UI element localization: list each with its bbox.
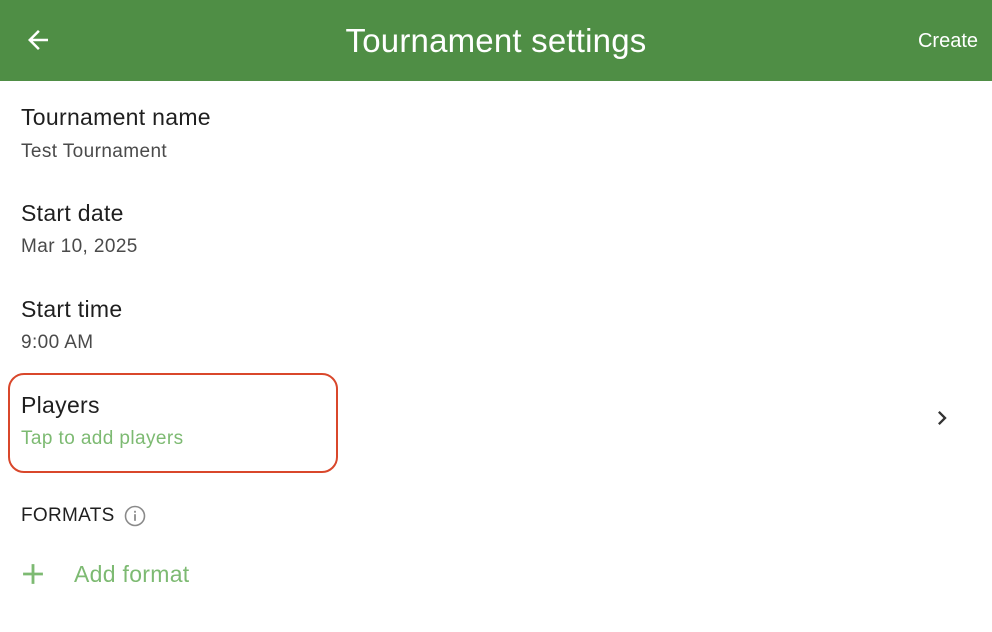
add-format-label: Add format — [74, 560, 190, 587]
app-bar: Tournament settings Create — [0, 0, 992, 81]
page-title: Tournament settings — [345, 21, 647, 59]
back-button[interactable] — [14, 18, 62, 62]
tournament-name-label: Tournament name — [21, 104, 211, 130]
formats-section-header: FORMATS — [21, 504, 147, 528]
formats-section-label: FORMATS — [21, 505, 115, 526]
players-hint: Tap to add players — [21, 428, 184, 449]
start-date-value: Mar 10, 2025 — [21, 236, 138, 257]
info-icon[interactable] — [123, 504, 147, 528]
create-button[interactable]: Create — [910, 24, 978, 58]
chevron-right-icon — [938, 411, 947, 425]
add-format-button[interactable]: Add format — [16, 548, 206, 600]
start-time-row[interactable]: Start time 9:00 AM — [0, 286, 992, 382]
tournament-name-value: Test Tournament — [21, 141, 168, 162]
start-time-value: 9:00 AM — [21, 332, 94, 353]
arrow-left-icon — [28, 30, 48, 50]
start-time-label: Start time — [21, 296, 123, 322]
players-row[interactable]: Players Tap to add players — [0, 372, 992, 468]
tournament-name-row[interactable]: Tournament name Test Tournament — [0, 94, 992, 190]
plus-icon — [23, 564, 43, 584]
start-date-label: Start date — [21, 200, 124, 226]
players-label: Players — [21, 392, 100, 418]
start-date-row[interactable]: Start date Mar 10, 2025 — [0, 190, 992, 286]
